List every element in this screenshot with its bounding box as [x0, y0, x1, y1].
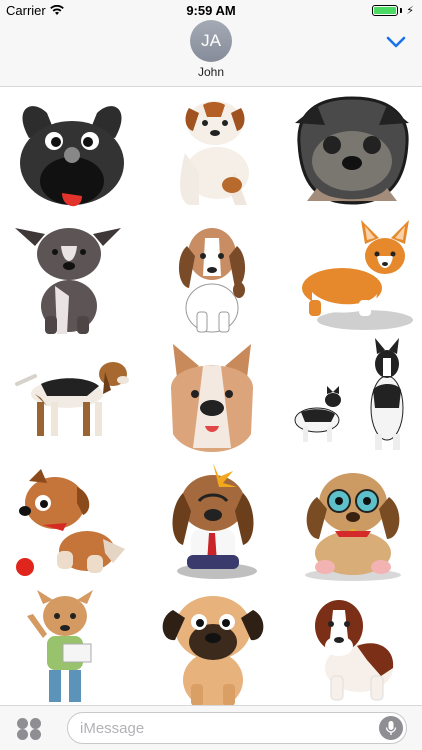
- sticker-grid: [0, 88, 422, 708]
- battery-indicator: ⚡: [372, 4, 414, 17]
- conversation-header: Carrier 9:59 AM ⚡ JA John: [0, 0, 422, 87]
- avatar-initials: JA: [201, 31, 221, 50]
- sticker-beagle-puppy-sitting[interactable]: [147, 216, 277, 336]
- sticker-mastiff-sitting[interactable]: [147, 588, 277, 708]
- sticker-dog-reading-book[interactable]: [7, 588, 137, 708]
- message-placeholder: iMessage: [80, 720, 145, 737]
- sticker-big-eyed-puppy[interactable]: [287, 463, 417, 583]
- status-time: 9:59 AM: [186, 3, 236, 18]
- sticker-beagle-standing[interactable]: [7, 338, 137, 458]
- status-bar: Carrier 9:59 AM ⚡: [0, 0, 422, 22]
- compose-bar: iMessage: [0, 705, 422, 750]
- chevron-down-icon[interactable]: [384, 30, 408, 54]
- sticker-husky-pair[interactable]: [287, 338, 417, 458]
- app-drawer-icon[interactable]: [16, 717, 42, 741]
- contact-avatar[interactable]: JA: [190, 20, 232, 62]
- sticker-saint-bernard[interactable]: [287, 588, 417, 708]
- sticker-boxer-face[interactable]: [147, 338, 277, 458]
- message-input[interactable]: iMessage: [67, 712, 407, 744]
- contact-name[interactable]: John: [0, 65, 422, 79]
- microphone-icon[interactable]: [379, 716, 403, 740]
- sticker-corgi[interactable]: [287, 216, 417, 336]
- sticker-bulldog-puppy[interactable]: [147, 93, 277, 213]
- sticker-pitbull-sitting[interactable]: [7, 216, 137, 336]
- charging-icon: ⚡: [406, 5, 414, 17]
- battery-icon: [372, 5, 399, 16]
- sticker-pug-face[interactable]: [287, 93, 417, 213]
- sticker-french-bulldog-face[interactable]: [7, 93, 137, 213]
- sticker-basset-with-tie[interactable]: [147, 463, 277, 583]
- sticker-scruffy-dog-with-ball[interactable]: [7, 463, 137, 583]
